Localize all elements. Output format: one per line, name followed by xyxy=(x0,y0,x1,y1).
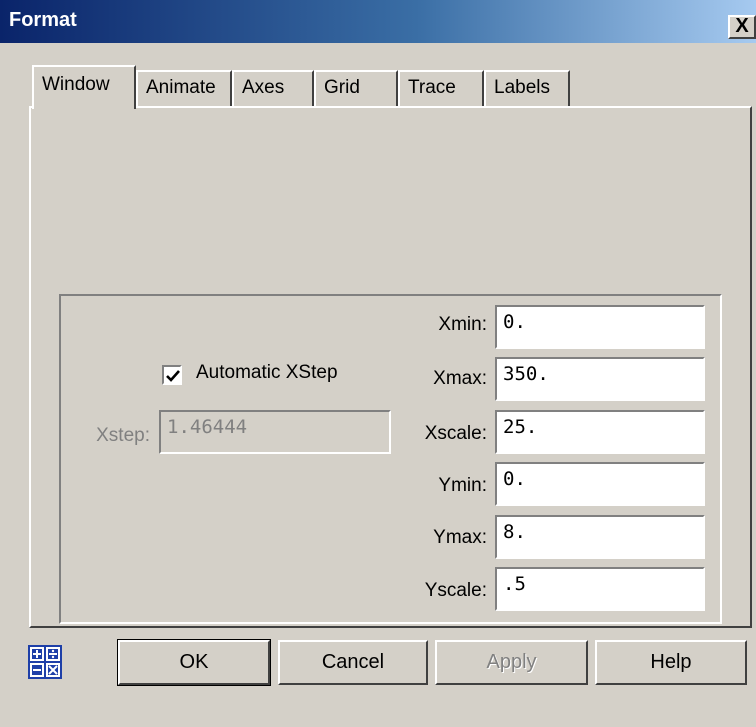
xscale-field[interactable]: 25. xyxy=(495,410,705,454)
automatic-xstep-checkbox[interactable] xyxy=(162,365,182,385)
xscale-label: Xscale: xyxy=(424,423,487,444)
xmax-field[interactable]: 350. xyxy=(495,357,705,401)
yscale-field[interactable]: .5 xyxy=(495,567,705,611)
apply-button: Apply xyxy=(435,640,588,685)
tab-axes[interactable]: Axes xyxy=(232,70,314,108)
xstep-label: Xstep: xyxy=(96,425,150,446)
tab-labels[interactable]: Labels xyxy=(484,70,570,108)
cancel-button[interactable]: Cancel xyxy=(278,640,428,685)
xmin-label: Xmin: xyxy=(438,314,487,335)
help-button[interactable]: Help xyxy=(595,640,747,685)
check-icon xyxy=(166,370,180,382)
tab-animate[interactable]: Animate xyxy=(136,70,232,108)
ymax-label: Ymax: xyxy=(433,527,487,548)
close-button[interactable]: X xyxy=(728,15,756,39)
ymin-field[interactable]: 0. xyxy=(495,462,705,506)
xmax-label: Xmax: xyxy=(433,368,487,389)
format-dialog: Format X Window Animate Axes Grid Trace … xyxy=(0,0,756,727)
close-icon: X xyxy=(735,15,749,37)
title-bar[interactable]: Format X xyxy=(0,0,756,43)
calculator-icon[interactable] xyxy=(28,645,62,679)
xstep-field: 1.46444 xyxy=(159,410,391,454)
automatic-xstep-label[interactable]: Automatic XStep xyxy=(196,362,338,384)
tab-grid[interactable]: Grid xyxy=(314,70,398,108)
window-title: Format xyxy=(9,9,77,31)
xmin-field[interactable]: 0. xyxy=(495,305,705,349)
ymin-label: Ymin: xyxy=(438,475,487,496)
ymax-field[interactable]: 8. xyxy=(495,515,705,559)
yscale-label: Yscale: xyxy=(424,580,487,601)
tab-trace[interactable]: Trace xyxy=(398,70,484,108)
tab-window[interactable]: Window xyxy=(32,65,136,109)
ok-button[interactable]: OK xyxy=(117,639,271,686)
